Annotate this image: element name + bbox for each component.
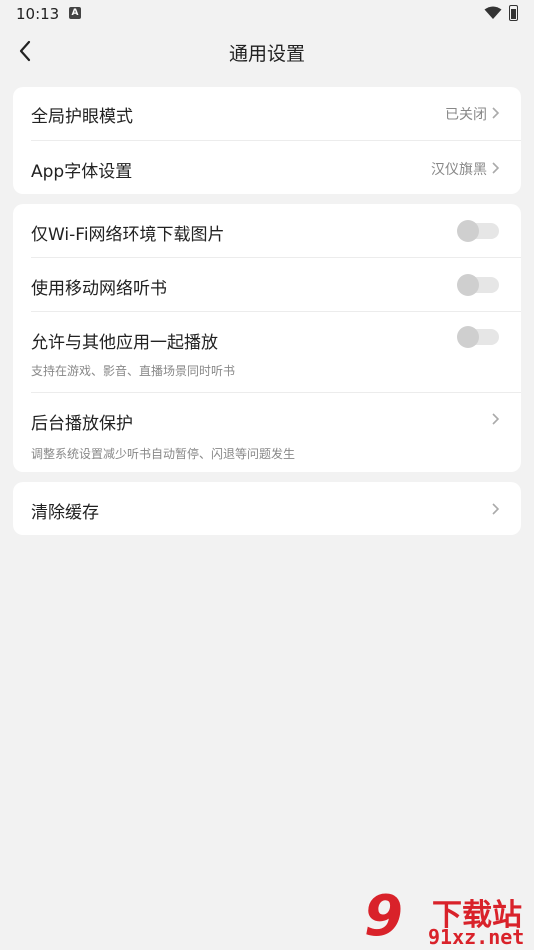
status-time: 10:13 xyxy=(16,5,60,23)
wifi-icon xyxy=(484,6,502,19)
background-protect-row[interactable]: 后台播放保护 调整系统设置减少听书自动暂停、闪退等问题发生 xyxy=(13,393,521,472)
chevron-right-icon xyxy=(492,503,500,515)
clear-cache-row[interactable]: 清除缓存 xyxy=(13,482,521,535)
eye-mode-label: 全局护眼模式 xyxy=(31,107,133,127)
header: 通用设置 xyxy=(0,28,534,74)
font-setting-label: App字体设置 xyxy=(31,162,133,182)
wifi-only-row: 仅Wi-Fi网络环境下载图片 xyxy=(13,204,521,257)
mobile-network-toggle[interactable] xyxy=(457,274,499,296)
mix-play-row: 允许与其他应用一起播放 支持在游戏、影音、直播场景同时听书 xyxy=(13,312,521,392)
font-setting-value: 汉仪旗黑 xyxy=(431,162,487,178)
notification-icon: A xyxy=(69,7,81,19)
chevron-right-icon xyxy=(492,107,500,119)
display-settings-card: 全局护眼模式 已关闭 App字体设置 汉仪旗黑 xyxy=(13,87,521,194)
toggle-knob xyxy=(457,326,479,348)
toggle-knob xyxy=(457,220,479,242)
mix-play-description: 支持在游戏、影音、直播场景同时听书 xyxy=(31,364,236,378)
chevron-right-icon xyxy=(492,413,500,425)
background-protect-label: 后台播放保护 xyxy=(31,414,133,434)
toggle-knob xyxy=(457,274,479,296)
mobile-network-row: 使用移动网络听书 xyxy=(13,258,521,311)
chevron-right-icon xyxy=(492,162,500,174)
battery-icon xyxy=(509,5,518,21)
mix-play-toggle[interactable] xyxy=(457,326,499,348)
font-setting-row[interactable]: App字体设置 汉仪旗黑 xyxy=(13,141,521,194)
eye-mode-value: 已关闭 xyxy=(445,107,487,123)
cache-card: 清除缓存 xyxy=(13,482,521,535)
mix-play-label: 允许与其他应用一起播放 xyxy=(31,333,218,353)
mobile-network-label: 使用移动网络听书 xyxy=(31,279,167,299)
wifi-only-label: 仅Wi-Fi网络环境下载图片 xyxy=(31,225,225,245)
page-title: 通用设置 xyxy=(228,43,305,65)
clear-cache-label: 清除缓存 xyxy=(31,503,99,523)
background-protect-description: 调整系统设置减少听书自动暂停、闪退等问题发生 xyxy=(31,447,296,461)
watermark-mark: 9 xyxy=(364,884,403,949)
eye-mode-row[interactable]: 全局护眼模式 已关闭 xyxy=(13,87,521,140)
watermark-url: 91xz.net xyxy=(428,925,525,949)
wifi-only-toggle[interactable] xyxy=(457,220,499,242)
status-bar: 10:13 A xyxy=(0,0,534,28)
network-playback-card: 仅Wi-Fi网络环境下载图片 使用移动网络听书 允许与其他应用一起播放 支持在游… xyxy=(13,204,521,472)
watermark-logo: 9 下载站 91xz.net xyxy=(362,884,534,950)
